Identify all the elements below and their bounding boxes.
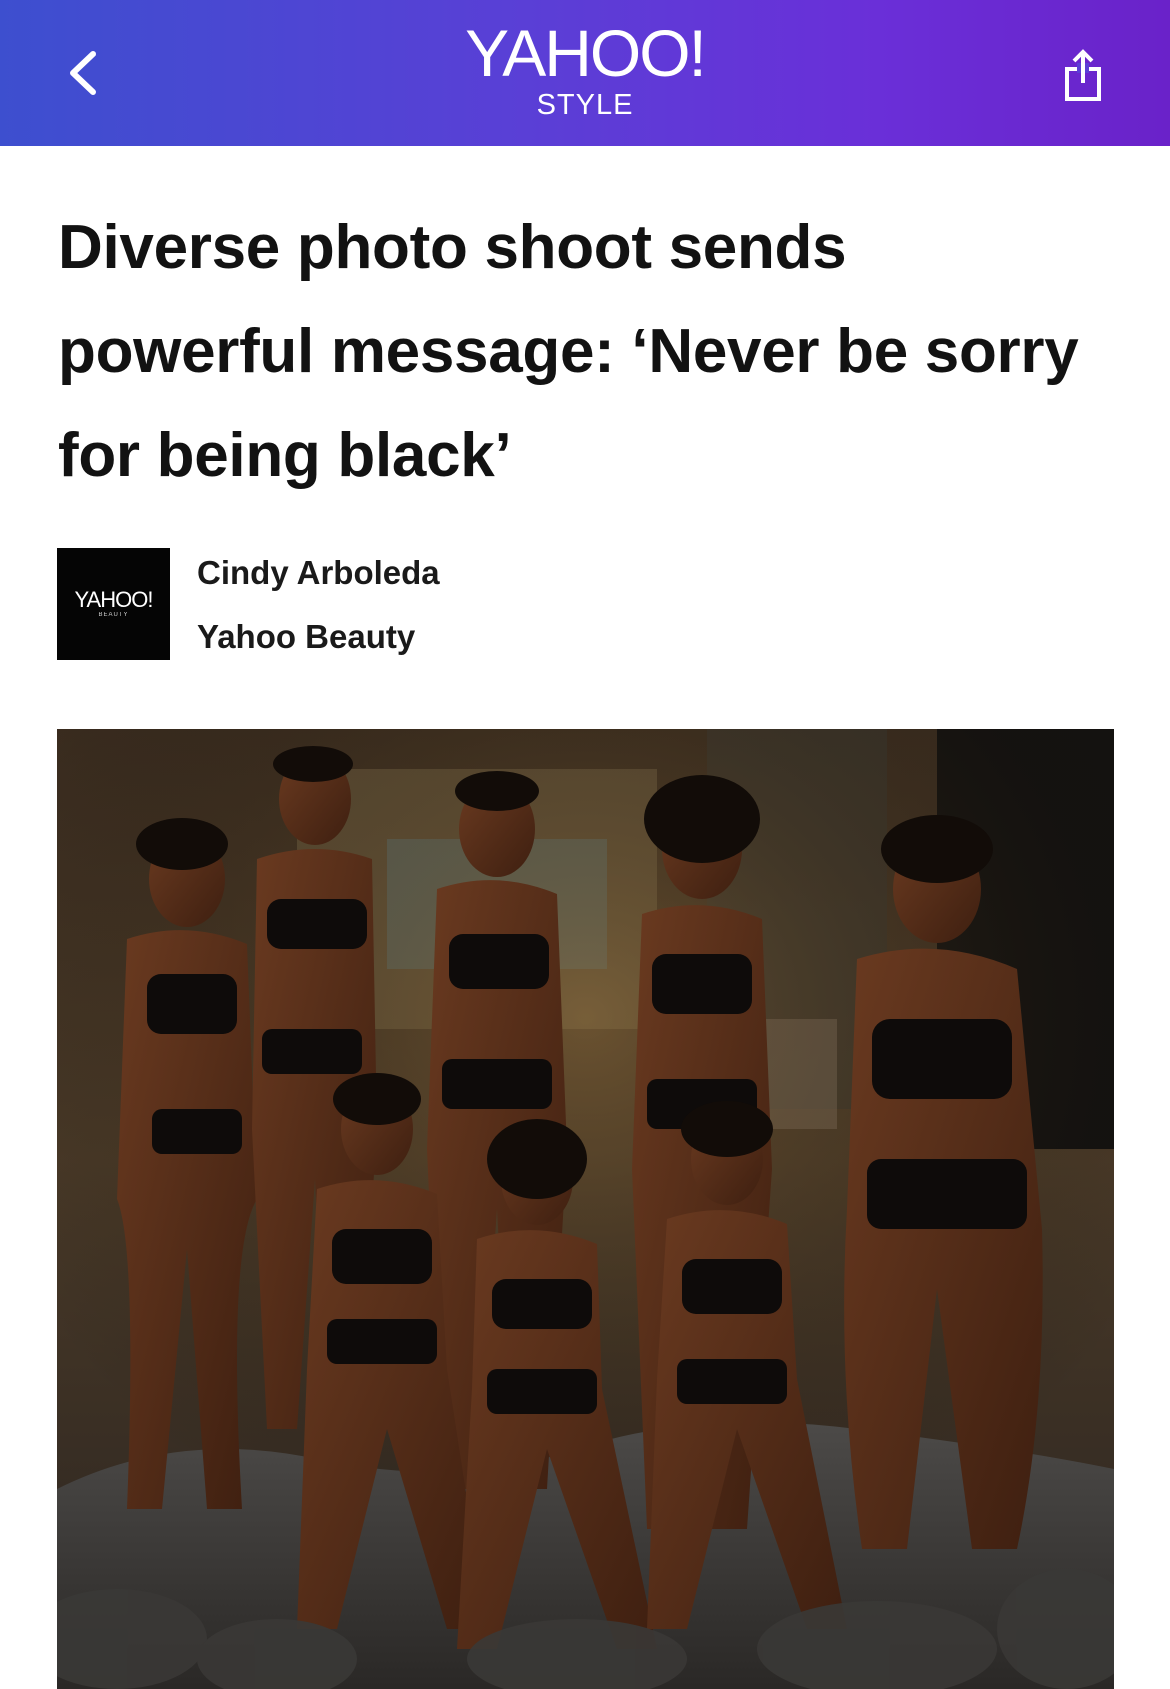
group-photo-image bbox=[57, 729, 1114, 1689]
share-button[interactable] bbox=[1056, 48, 1110, 108]
author-name[interactable]: Cindy Arboleda bbox=[197, 554, 440, 592]
section-label: STYLE bbox=[536, 89, 634, 121]
hero-photo[interactable] bbox=[57, 729, 1114, 1689]
share-icon bbox=[1061, 48, 1105, 108]
brand-logo: YAHOO! STYLE bbox=[0, 18, 1170, 120]
article-headline: Diverse photo shoot sends powerful messa… bbox=[58, 213, 1079, 490]
yahoo-logo: YAHOO! bbox=[465, 16, 707, 90]
author-avatar[interactable]: YAHOO! BEAUTY bbox=[57, 548, 170, 660]
author-source[interactable]: Yahoo Beauty bbox=[197, 618, 415, 656]
app-header: YAHOO! STYLE bbox=[0, 0, 1170, 146]
author-logo-text: YAHOO! bbox=[74, 587, 154, 612]
author-logo-subtext: BEAUTY bbox=[98, 612, 129, 618]
